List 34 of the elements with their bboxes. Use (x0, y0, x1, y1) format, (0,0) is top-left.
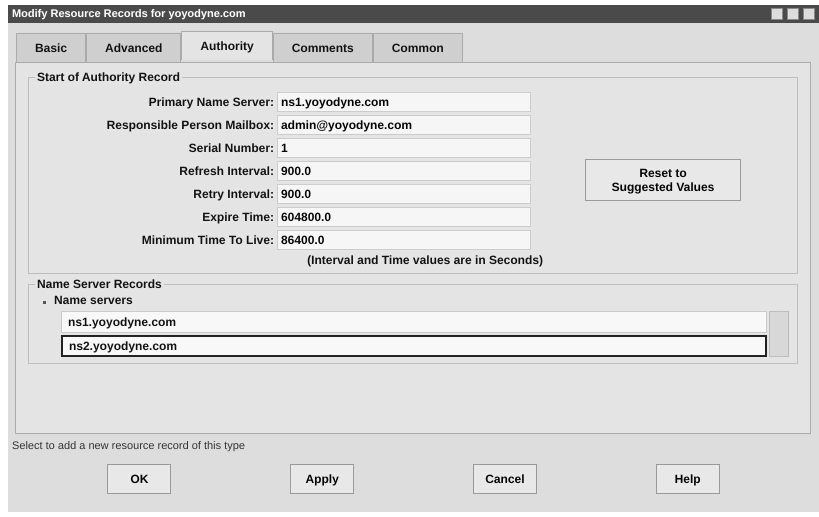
bullet-icon (43, 300, 46, 304)
field-label: Responsible Person Mailbox: (106, 118, 275, 132)
tab[interactable]: Comments (272, 33, 373, 62)
input-field[interactable]: 900.0 (277, 161, 531, 181)
input-field[interactable]: 86400.0 (277, 230, 531, 250)
list-row[interactable]: ns1.yoyodyne.com (61, 311, 767, 333)
status-text: Select to add a new resource record of this type (11, 439, 246, 454)
window-title: Modify Resource Records for yoyodyne.com (12, 8, 246, 20)
input-field[interactable]: 1 (277, 138, 531, 158)
dialog-button[interactable]: Cancel (472, 464, 537, 494)
field-label: Expire Time: (201, 210, 275, 224)
input-field[interactable]: 604800.0 (277, 207, 531, 227)
tab[interactable]: Authority (181, 31, 273, 60)
tab[interactable]: Advanced (86, 33, 182, 62)
input-field[interactable]: 900.0 (277, 184, 531, 204)
list-title: Name servers (54, 293, 133, 307)
dialog-button[interactable]: OK (107, 464, 172, 494)
field-label: Minimum Time To Live: (140, 233, 275, 247)
note-text: (Interval and Time values are in Seconds) (306, 253, 543, 267)
dialog-button[interactable]: Help (656, 464, 720, 494)
tab[interactable]: Basic (16, 33, 86, 62)
list-row[interactable]: ns2.yoyodyne.com (61, 335, 767, 357)
input-field[interactable]: admin@yoyodyne.com (277, 115, 531, 135)
group-title: Start of Authority Record (35, 70, 182, 84)
input-field[interactable]: ns1.yoyodyne.com (277, 92, 531, 112)
scrollbar[interactable] (769, 311, 789, 357)
field-label: Primary Name Server: (148, 95, 275, 109)
field-label: Serial Number: (188, 141, 275, 155)
tab[interactable]: Common (372, 33, 463, 62)
field-label: Refresh Interval: (178, 164, 275, 178)
group-title: Name Server Records (35, 277, 164, 291)
dialog-button[interactable]: Apply (290, 464, 354, 494)
reset-button[interactable]: Reset to Suggested Values (585, 158, 741, 200)
field-label: Retry Interval: (192, 187, 275, 201)
